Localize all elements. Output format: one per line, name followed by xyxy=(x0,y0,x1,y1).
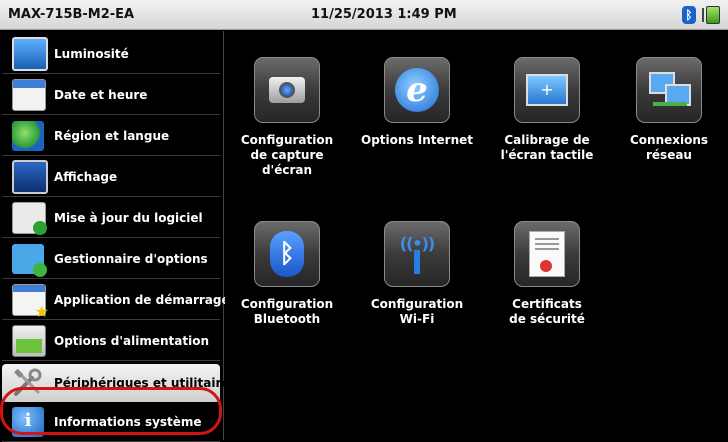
tile-label: Configuration Bluetooth xyxy=(240,297,334,326)
calendar-icon xyxy=(12,79,46,111)
sidebar-item-region-language[interactable]: Région et langue xyxy=(2,117,220,156)
battery-charging-icon[interactable] xyxy=(702,6,724,24)
sidebar-item-software-update[interactable]: Mise à jour du logiciel xyxy=(2,199,220,238)
camera-icon xyxy=(254,57,320,123)
sidebar-item-label: Date et heure xyxy=(54,88,148,102)
tile-screen-capture-configuration[interactable]: Configuration de capture d'écran xyxy=(229,57,345,178)
sidebar-item-label: Luminosité xyxy=(54,47,129,61)
sidebar-item-startup-application[interactable]: Application de démarrage xyxy=(2,281,230,321)
brightness-icon xyxy=(12,37,48,71)
tile-wifi-configuration[interactable]: ((•)) Configuration Wi-Fi xyxy=(359,221,475,327)
internet-explorer-icon: e xyxy=(384,57,450,123)
sidebar-item-label: Affichage xyxy=(54,170,118,184)
bluetooth-icon[interactable]: ᛒ xyxy=(682,6,696,24)
device-name: MAX-715B-M2-EA xyxy=(8,7,135,22)
tile-label: Certificats de sécurité xyxy=(509,297,585,326)
selection-highlight-ring xyxy=(0,387,222,435)
tile-internet-options[interactable]: e Options Internet xyxy=(359,57,475,148)
touchscreen-calibration-icon: + xyxy=(514,57,580,123)
sidebar-item-label: Région et langue xyxy=(54,129,170,143)
tile-label: Options Internet xyxy=(361,133,473,147)
tile-label: Configuration Wi-Fi xyxy=(370,297,464,326)
sidebar-item-options-manager[interactable]: Gestionnaire d'options xyxy=(2,240,220,279)
system-tray: ᛒ xyxy=(682,5,724,25)
tile-label: Connexions réseau xyxy=(629,133,709,162)
tile-label: Calibrage de l'écran tactile xyxy=(500,133,594,162)
startup-app-icon xyxy=(12,284,49,321)
bluetooth-icon: ᛒ xyxy=(254,221,320,287)
options-manager-icon xyxy=(12,244,47,277)
tile-label: Configuration de capture d'écran xyxy=(240,133,334,177)
software-update-icon xyxy=(12,202,47,235)
display-icon xyxy=(12,160,48,194)
sidebar-item-brightness[interactable]: Luminosité xyxy=(2,35,220,74)
title-bar: MAX-715B-M2-EA 11/25/2013 1:49 PM ᛒ xyxy=(0,0,728,30)
tile-bluetooth-configuration[interactable]: ᛒ Configuration Bluetooth xyxy=(229,221,345,327)
sidebar-item-power-options[interactable]: Options d'alimentation xyxy=(2,322,220,361)
globe-icon xyxy=(12,121,44,151)
sidebar-item-label: Options d'alimentation xyxy=(54,334,209,348)
wifi-icon: ((•)) xyxy=(384,221,450,287)
tile-security-certificates[interactable]: Certificats de sécurité xyxy=(489,221,605,327)
network-connections-icon xyxy=(636,57,702,123)
tile-touchscreen-calibration[interactable]: + Calibrage de l'écran tactile xyxy=(489,57,605,163)
sidebar-item-label: Application de démarrage xyxy=(54,293,230,307)
tile-network-connections[interactable]: Connexions réseau xyxy=(611,57,727,163)
sidebar-item-display[interactable]: Affichage xyxy=(2,158,220,197)
utilities-panel: Configuration de capture d'écran e Optio… xyxy=(225,31,728,440)
date-time: 11/25/2013 1:49 PM xyxy=(311,7,457,22)
sidebar-item-label: Mise à jour du logiciel xyxy=(54,211,203,225)
sidebar-item-label: Gestionnaire d'options xyxy=(54,252,208,266)
power-icon xyxy=(12,325,46,357)
sidebar-item-date-time[interactable]: Date et heure xyxy=(2,76,220,115)
certificate-icon xyxy=(514,221,580,287)
settings-sidebar: Luminosité Date et heure Région et langu… xyxy=(0,31,237,442)
